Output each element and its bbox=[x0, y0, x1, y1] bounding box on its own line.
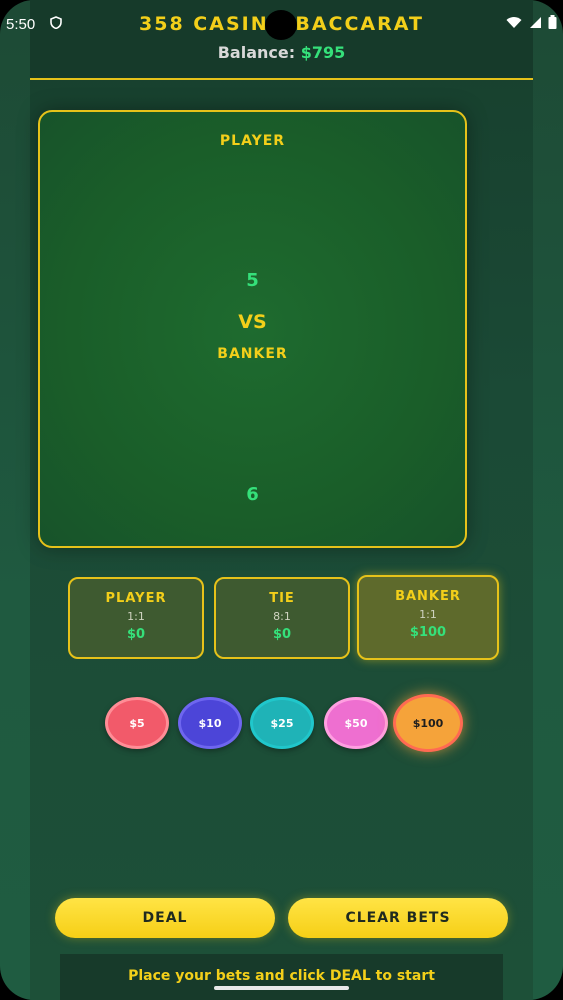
chip-25[interactable]: $25 bbox=[250, 697, 314, 749]
device-screen: 358 CASINO BACCARAT Balance: $795 Place … bbox=[0, 0, 563, 1000]
banker-score: 6 bbox=[246, 484, 259, 505]
bet-player-amount: $0 bbox=[126, 627, 146, 642]
bet-banker-amount: $100 bbox=[409, 625, 447, 640]
balance-label: Balance: bbox=[217, 43, 296, 62]
status-message-bar: Place your bets and click DEAL to start bbox=[60, 954, 503, 1000]
bet-banker-odds: 1:1 bbox=[419, 608, 437, 621]
bet-banker-name: BANKER bbox=[395, 589, 461, 604]
bet-player-name: PLAYER bbox=[105, 591, 167, 606]
chip-5[interactable]: $5 bbox=[105, 697, 169, 749]
bet-banker[interactable]: BANKER 1:1 $100 bbox=[357, 575, 499, 660]
camera-cutout bbox=[265, 10, 297, 40]
chip-10[interactable]: $10 bbox=[178, 697, 242, 749]
bet-tie-amount: $0 bbox=[272, 627, 292, 642]
deal-button[interactable]: DEAL bbox=[55, 898, 275, 938]
bet-tie-odds: 8:1 bbox=[273, 610, 291, 623]
chip-100[interactable]: $100 bbox=[393, 694, 463, 752]
signal-icon bbox=[530, 17, 542, 28]
bet-player-odds: 1:1 bbox=[127, 610, 145, 623]
battery-icon bbox=[548, 15, 557, 29]
bet-tie-name: TIE bbox=[269, 591, 295, 606]
vs-label: VS bbox=[238, 311, 267, 333]
banker-label: BANKER bbox=[217, 346, 288, 362]
player-label: PLAYER bbox=[219, 133, 286, 149]
clear-bets-button[interactable]: CLEAR BETS bbox=[288, 898, 508, 938]
wifi-icon bbox=[506, 17, 522, 28]
status-message: Place your bets and click DEAL to start bbox=[128, 968, 435, 984]
player-score: 5 bbox=[246, 270, 259, 291]
home-indicator[interactable] bbox=[214, 986, 349, 990]
bet-tie[interactable]: TIE 8:1 $0 bbox=[214, 577, 350, 659]
balance-value: $795 bbox=[300, 43, 346, 62]
chip-50[interactable]: $50 bbox=[324, 697, 388, 749]
status-icons bbox=[506, 15, 557, 32]
game-table: PLAYER 5 VS BANKER 6 bbox=[38, 110, 467, 548]
balance-display: Balance: $795 bbox=[30, 43, 533, 62]
shield-icon bbox=[50, 16, 62, 32]
bet-player[interactable]: PLAYER 1:1 $0 bbox=[68, 577, 204, 659]
status-time: 5:50 bbox=[6, 16, 36, 33]
